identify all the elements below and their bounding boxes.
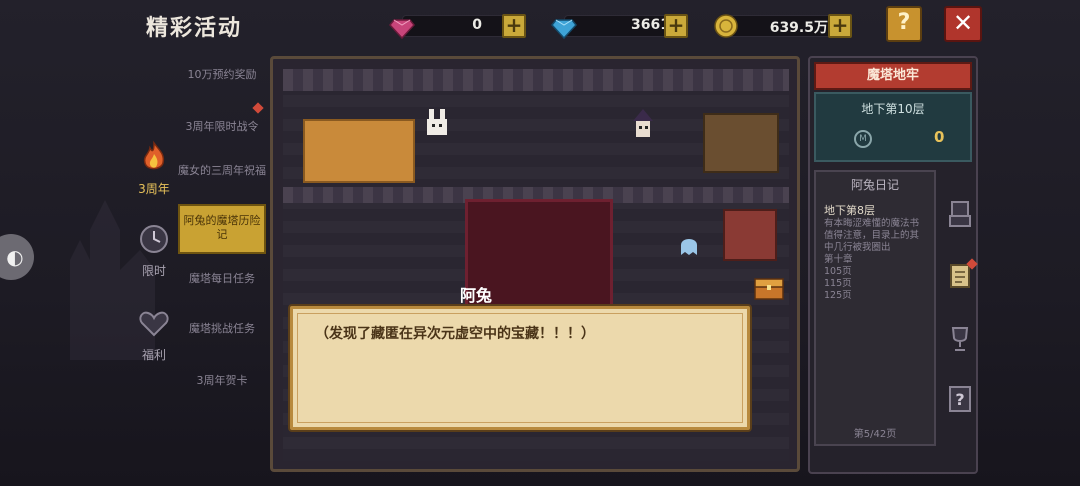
diary-entry-text: 有本晦涩难懂的魔法书值得注意，目录上的其中几行被我圈出 第十章 105页 115… bbox=[824, 218, 920, 301]
menu-item-battle-pass[interactable]: 3周年限时战令 bbox=[178, 120, 266, 134]
treasure-chest-icon bbox=[754, 278, 784, 300]
dialog-text: （发现了藏匿在异次元虚空中的宝藏！！！） bbox=[315, 326, 595, 342]
svg-text:?: ? bbox=[955, 390, 964, 409]
clock-icon bbox=[140, 225, 168, 253]
page-title: 精彩活动 bbox=[146, 16, 243, 41]
character-portrait-icon[interactable] bbox=[946, 198, 974, 228]
right-panel: 魔塔地牢 地下第10层 M 0 阿兔日记 地下第8层 有本晦涩难懂的魔法书值得注… bbox=[808, 56, 978, 474]
dungeon-title: 魔塔地牢 bbox=[814, 62, 972, 90]
floor-info-box: 地下第10层 M 0 bbox=[814, 92, 972, 162]
blue-diamond-icon bbox=[551, 19, 577, 40]
diary-page-indicator: 第5/42页 bbox=[853, 429, 897, 440]
resource-gold: 639.5万 + bbox=[712, 12, 856, 40]
potion-shelf bbox=[723, 209, 777, 261]
gem-value: 0 bbox=[472, 17, 482, 33]
current-floor: 地下第10层 bbox=[861, 102, 925, 116]
resource-diamond: 3661 + bbox=[550, 12, 690, 40]
close-button[interactable]: ✕ bbox=[944, 6, 982, 42]
menu-item-daily-tasks[interactable]: 魔塔每日任务 bbox=[178, 272, 266, 286]
diary-title: 阿兔日记 bbox=[850, 178, 899, 192]
category-welfare[interactable]: 福利 bbox=[134, 306, 174, 363]
wooden-table bbox=[703, 113, 779, 173]
diary-entry-floor: 地下第8层 bbox=[824, 204, 875, 217]
category-label: 福利 bbox=[141, 348, 166, 362]
rabbit-character-icon bbox=[427, 109, 447, 135]
add-gem-button[interactable]: + bbox=[502, 14, 526, 38]
witch-character-icon bbox=[633, 109, 653, 137]
dialog-speaker-name: 阿兔 bbox=[460, 286, 493, 305]
dialog-box[interactable]: （发现了藏匿在异次元虚空中的宝藏！！！） bbox=[290, 306, 750, 430]
heart-gift-icon bbox=[139, 311, 169, 337]
dungeon-wall bbox=[283, 69, 789, 91]
category-label: 限时 bbox=[141, 264, 166, 278]
menu-item-greeting-card[interactable]: 3周年贺卡 bbox=[178, 374, 266, 388]
flame-icon bbox=[143, 140, 165, 170]
menu-item-tower-adventure[interactable]: 阿兔的魔塔历险记 bbox=[178, 204, 266, 254]
carrot-rug bbox=[303, 119, 415, 183]
purple-gem-icon bbox=[389, 19, 415, 40]
gold-value: 639.5万 bbox=[769, 20, 828, 36]
category-3rd-anniversary[interactable]: 3周年 bbox=[134, 140, 174, 197]
gold-coin-icon bbox=[714, 14, 738, 38]
tower-coin-icon: M bbox=[854, 130, 872, 148]
resource-gem: 0 + bbox=[388, 12, 528, 40]
category-limited[interactable]: 限时 bbox=[134, 222, 174, 279]
menu-item-reservation-reward[interactable]: 10万预约奖励 bbox=[178, 68, 266, 82]
add-gold-button[interactable]: + bbox=[828, 14, 852, 38]
menu-item-witch-blessing[interactable]: 魔女的三周年祝福 bbox=[178, 164, 266, 178]
tower-coin-value: 0 bbox=[934, 128, 945, 146]
question-mark-icon[interactable]: ? bbox=[946, 384, 974, 414]
diamond-value: 3661 bbox=[631, 17, 670, 33]
add-diamond-button[interactable]: + bbox=[664, 14, 688, 38]
category-label: 3周年 bbox=[138, 182, 170, 196]
ghost-sprite-icon bbox=[681, 239, 697, 255]
help-button[interactable]: ? bbox=[886, 6, 922, 42]
trophy-icon[interactable] bbox=[946, 324, 974, 354]
menu-item-challenge-tasks[interactable]: 魔塔挑战任务 bbox=[178, 322, 266, 336]
diary-panel[interactable]: 阿兔日记 地下第8层 有本晦涩难懂的魔法书值得注意，目录上的其中几行被我圈出 第… bbox=[814, 170, 936, 446]
